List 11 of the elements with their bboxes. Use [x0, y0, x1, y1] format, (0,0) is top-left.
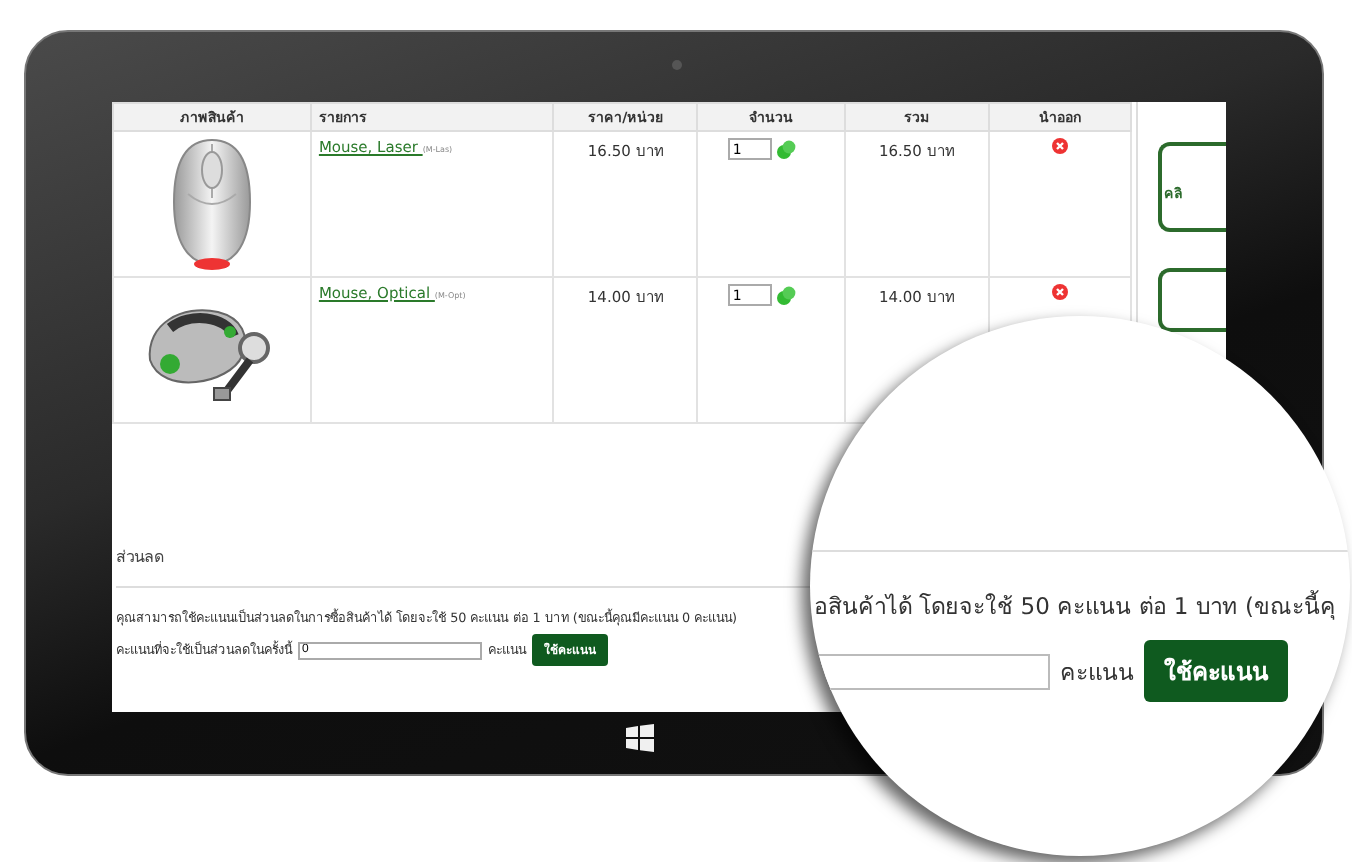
- magnified-unit-label: คะแนน: [1060, 655, 1134, 689]
- refresh-icon[interactable]: [776, 139, 797, 159]
- mouse-drawing: [172, 138, 253, 270]
- remove-icon[interactable]: [1051, 138, 1068, 154]
- magnified-points-field[interactable]: [814, 653, 1050, 689]
- refresh-icon[interactable]: [776, 285, 797, 305]
- windows-logo-icon: [626, 724, 654, 752]
- camera-icon: [672, 60, 682, 70]
- magnified-use-points-button[interactable]: ใช้คะแนน: [1144, 640, 1288, 702]
- magnified-info-text: อสินค้าได้ โดยจะใช้ 50 คะแนน ต่อ 1 บาท (ขณะนี้คุ: [812, 588, 1339, 624]
- remove-icon[interactable]: [1051, 284, 1068, 300]
